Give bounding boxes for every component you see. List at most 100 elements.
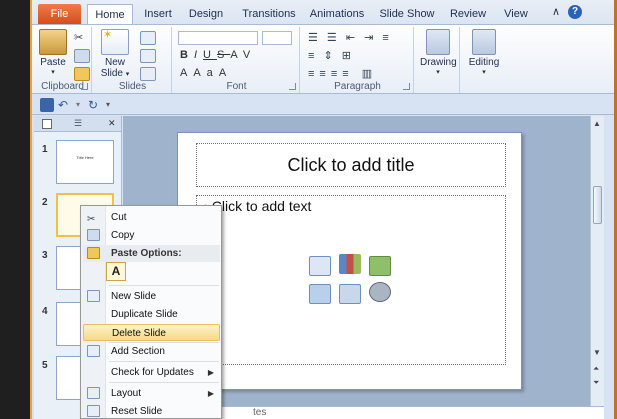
tab-transitions[interactable]: Transitions (238, 4, 300, 24)
insert-table-icon[interactable] (309, 256, 331, 276)
menu-item-duplicate-slide[interactable]: Duplicate Slide (83, 306, 220, 323)
paste-button[interactable]: Paste ▾ (38, 29, 68, 76)
content-placeholder[interactable]: • Click to add text (196, 195, 506, 365)
menu-item-add-section[interactable]: Add Section (83, 343, 220, 360)
next-slide-icon[interactable]: ⏷ (593, 378, 599, 388)
copy-icon[interactable] (74, 49, 90, 63)
bold-button[interactable]: B (180, 49, 194, 61)
insert-chart-icon[interactable] (339, 254, 361, 274)
insert-smartart-icon[interactable] (369, 256, 391, 276)
copy-icon (87, 229, 100, 241)
previous-slide-icon[interactable]: ⏶ (593, 364, 599, 374)
menu-item-layout[interactable]: Layout ▶ (83, 385, 220, 402)
layout-icon[interactable] (140, 31, 156, 45)
font-group-label: Font (226, 81, 247, 92)
font-launcher-icon[interactable] (289, 83, 296, 90)
menu-item-cut[interactable]: ✂ Cut (83, 209, 220, 226)
slides-group-label: Slides (118, 81, 147, 92)
submenu-arrow-icon: ▶ (207, 368, 214, 377)
save-icon[interactable] (40, 98, 54, 112)
tab-design[interactable]: Design (186, 4, 226, 24)
slide-thumbnail[interactable]: Title Here (56, 140, 114, 184)
reset-icon[interactable] (140, 49, 156, 63)
font-size-box[interactable] (262, 31, 292, 45)
grow-font-button[interactable]: A (219, 67, 232, 79)
new-slide-label: New (104, 57, 125, 68)
tab-animations[interactable]: Animations (308, 4, 366, 24)
align-buttons-icon[interactable]: ≡≡≡≡ ▥ (308, 67, 377, 80)
clipboard-launcher-icon[interactable] (81, 83, 88, 90)
drawing-label: Drawing (420, 57, 457, 68)
close-panel-icon[interactable]: ✕ (108, 118, 116, 129)
slide-number: 3 (42, 250, 48, 261)
scroll-up-icon[interactable]: ▲ (593, 119, 601, 128)
font-case-buttons: AAaA (180, 67, 232, 79)
menu-item-check-updates[interactable]: Check for Updates ▶ (83, 364, 220, 381)
spacing-button[interactable]: AV (230, 49, 256, 61)
title-placeholder[interactable]: Click to add title (196, 143, 506, 187)
menu-item-reset-slide[interactable]: Reset Slide (83, 403, 220, 419)
slides-tab-icon[interactable] (42, 119, 52, 129)
insert-clipart-icon[interactable] (339, 284, 361, 304)
paste-keep-text-button[interactable]: A (106, 262, 126, 281)
paste-label: Paste (40, 57, 66, 68)
menu-separator (109, 285, 219, 286)
new-slide-button[interactable]: ✶ New Slide ▾ (98, 29, 132, 79)
font-color-button[interactable]: A (180, 67, 193, 79)
paste-options-header: Paste Options: (83, 245, 220, 262)
cut-icon[interactable]: ✂ (74, 31, 90, 45)
slide-number: 4 (42, 306, 48, 317)
list-buttons-icon[interactable]: ☰ ☰ ⇤ ⇥ ≡ (308, 31, 392, 44)
drawing-button[interactable]: Drawing ▾ (420, 29, 457, 76)
minimize-ribbon-icon[interactable]: ∧ (552, 5, 560, 18)
body-placeholder-text: Click to add text (211, 198, 312, 214)
tab-review[interactable]: Review (448, 4, 488, 24)
change-case-button[interactable]: Aa (193, 67, 218, 79)
cut-icon: ✂ (87, 214, 96, 225)
direction-buttons-icon[interactable]: ≡ ⇕ ⊞ (308, 49, 354, 62)
tab-insert[interactable]: Insert (138, 4, 178, 24)
slide-number: 2 (42, 197, 48, 208)
slide-thumbnail-row[interactable]: 1 Title Here (34, 140, 122, 190)
thumbnail-title: Title Here (76, 155, 94, 160)
current-slide: Click to add title • Click to add text (177, 132, 522, 390)
menu-item-copy[interactable]: Copy (83, 227, 220, 244)
paste-icon (39, 29, 67, 55)
format-painter-icon[interactable] (74, 67, 90, 81)
customize-toolbar-icon[interactable]: ▾ (106, 98, 120, 112)
paragraph-group-label: Paragraph (334, 81, 381, 92)
new-slide-dropdown-icon: ▾ (125, 71, 130, 78)
paste-options-label: Paste Options: (111, 248, 182, 259)
help-icon[interactable]: ? (568, 5, 582, 19)
insert-media-icon[interactable] (369, 282, 391, 302)
outline-tab-icon[interactable]: ☰ (74, 118, 82, 129)
submenu-arrow-icon: ▶ (207, 389, 214, 398)
scroll-down-icon[interactable]: ▼ (593, 348, 601, 357)
editing-button[interactable]: Editing ▾ (466, 29, 502, 76)
tab-view[interactable]: View (498, 4, 534, 24)
insert-picture-icon[interactable] (309, 284, 331, 304)
tab-home[interactable]: Home (87, 4, 133, 25)
tab-slide-show[interactable]: Slide Show (378, 4, 436, 24)
group-editing: Editing ▾ (462, 27, 506, 93)
check-updates-label: Check for Updates (111, 367, 194, 378)
font-name-box[interactable] (178, 31, 258, 45)
section-icon (87, 345, 100, 357)
group-paragraph: ☰ ☰ ⇤ ⇥ ≡ ≡ ⇕ ⊞ ≡≡≡≡ ▥ Paragraph (302, 27, 414, 93)
section-icon[interactable] (140, 67, 156, 81)
vertical-scrollbar[interactable]: ▲ ▼ ⏶ ⏷ (590, 116, 604, 406)
menu-item-new-slide[interactable]: New Slide (83, 288, 220, 305)
scrollbar-thumb[interactable] (593, 186, 602, 224)
copy-label: Copy (111, 230, 135, 241)
delete-slide-label: Delete Slide (112, 328, 166, 339)
layout-icon (87, 387, 100, 399)
tab-file[interactable]: File (38, 4, 81, 24)
paragraph-launcher-icon[interactable] (403, 83, 410, 90)
layout-label: Layout (111, 388, 142, 399)
redo-icon[interactable]: ↻ (88, 98, 102, 112)
underline-button[interactable]: U (203, 49, 217, 61)
strike-button[interactable]: S (217, 49, 230, 61)
italic-button[interactable]: I (194, 49, 203, 61)
menu-item-delete-slide[interactable]: Delete Slide (83, 324, 220, 341)
undo-icon[interactable]: ↶ (58, 98, 72, 112)
